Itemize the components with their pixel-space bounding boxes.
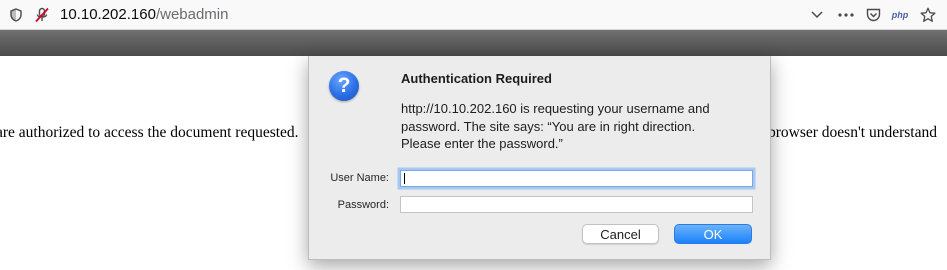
url-path: /webadmin	[155, 6, 229, 23]
ok-button[interactable]: OK	[674, 224, 752, 244]
url-host: 10.10.202.160	[60, 6, 156, 23]
message-line: password. The site says: “You are in rig…	[401, 118, 696, 134]
pocket-icon[interactable]	[864, 6, 882, 24]
password-label: Password:	[337, 199, 389, 211]
tab-strip	[0, 30, 947, 56]
question-icon: ?	[329, 71, 359, 101]
shield-icon[interactable]	[9, 6, 23, 24]
auth-dialog: ? Authentication Required http://10.10.2…	[308, 56, 771, 260]
username-label: User Name:	[330, 172, 389, 184]
chevron-down-icon[interactable]	[809, 6, 825, 24]
text-caret	[404, 173, 405, 184]
url-bar[interactable]: 10.10.202.160/webadmin	[60, 6, 228, 24]
password-field[interactable]	[400, 196, 753, 213]
dialog-title: Authentication Required	[401, 71, 552, 86]
message-line: http://10.10.202.160 is requesting your …	[401, 101, 710, 116]
star-icon[interactable]	[919, 6, 937, 24]
username-field[interactable]	[400, 170, 753, 187]
page-body-text: are authorized to access the document re…	[0, 124, 299, 141]
php-extension-icon[interactable]: php	[890, 6, 910, 24]
blocked-microphone-icon[interactable]	[33, 6, 51, 24]
dialog-message: http://10.10.202.160 is requesting your …	[401, 100, 751, 153]
cancel-button[interactable]: Cancel	[582, 224, 659, 244]
more-dots-icon[interactable]	[836, 6, 856, 24]
browser-toolbar: 10.10.202.160/webadmin php	[0, 0, 947, 30]
message-line: Please enter the password.”	[401, 136, 563, 151]
page-body-text-right: browser doesn't understand	[768, 124, 937, 141]
